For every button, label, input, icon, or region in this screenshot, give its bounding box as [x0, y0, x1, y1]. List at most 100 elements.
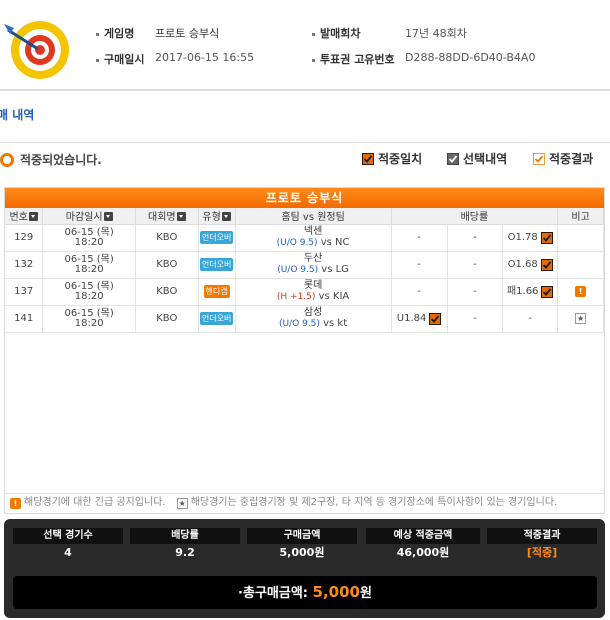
- checkbox-result-icon: [533, 153, 545, 165]
- buy-time-value: 2017-06-15 16:55: [155, 51, 255, 64]
- total-amount: 5,000: [312, 583, 360, 601]
- result-label: 적중결과: [487, 528, 597, 544]
- expected-win-label: 예상 적중금액: [366, 528, 480, 544]
- cell-odds-1: -: [391, 278, 448, 306]
- round-label: 발매회차: [320, 27, 361, 40]
- cell-odds-2: -: [447, 305, 504, 333]
- cell-odds-2: -: [447, 224, 504, 252]
- cell-odds-1: -: [391, 251, 448, 279]
- status-message: 적중되었습니다.: [0, 151, 102, 168]
- cell-no: 141: [5, 305, 44, 333]
- table-row: 137 06-15 (목) 18:20 KBO 핸디캡 롯데 (H +1.5) vs KIA…: [5, 278, 604, 306]
- cell-deadline: 06-15 (목) 18:20: [42, 224, 136, 252]
- star-note: 해당경기는 중립경기장 및 제2구장, 타 지역 등 경기장소에 특이사항이 있…: [190, 497, 558, 508]
- col-odds: 배당률: [391, 208, 559, 225]
- checked-icon: [540, 258, 553, 271]
- table-row: 129 06-15 (목) 18:20 KBO 언더오버 넥센 (U/O 9.5) vs N…: [5, 224, 604, 252]
- type-tag: 언더오버: [199, 312, 234, 325]
- cell-teams: 두산 (U/O 9.5) vs LG: [235, 251, 392, 279]
- cell-odds-3: -: [502, 305, 559, 333]
- cell-note: !: [557, 278, 604, 306]
- odds-empty: -: [473, 231, 477, 243]
- cell-teams: 삼성 (U/O 9.5) vs kt: [235, 305, 392, 333]
- cell-league: KBO: [135, 305, 199, 333]
- col-deadline[interactable]: 마감일시: [42, 208, 136, 225]
- total-purchase-bar: ·총구매금액: 5,000원: [13, 576, 597, 609]
- col-teams: 홈팀 vs 원정팀: [235, 208, 392, 225]
- cell-odds-1: U1.84: [391, 305, 448, 333]
- odds-value: O1.68: [507, 258, 538, 270]
- legend-selected: 선택내역: [447, 150, 507, 167]
- away-team: vs kt: [323, 318, 348, 329]
- odds-label: 배당률: [130, 528, 240, 544]
- notes-bar: ! 해당경기에 대한 긴급 공지입니다. ★ 해당경기는 중립경기장 및 제2구장,…: [4, 493, 605, 513]
- handicap-value: (U/O 9.5): [276, 238, 318, 248]
- odds-value: U1.84: [396, 312, 427, 324]
- ticket-header: 게임명 프로토 승부식 구매일시 2017-06-15 16:55 발매회차 1…: [0, 0, 610, 90]
- col-league[interactable]: 대회명: [135, 208, 199, 225]
- home-team: 삼성: [303, 307, 323, 318]
- ticket-id-value: D288-88DD-6D40-B4A0: [405, 51, 536, 64]
- section-divider: [0, 142, 610, 143]
- sort-icon[interactable]: [103, 212, 113, 222]
- checkbox-selected-icon: [447, 153, 459, 165]
- ring-icon: [0, 153, 14, 167]
- cell-type: 핸디캡: [198, 278, 236, 306]
- cell-no: 137: [5, 278, 44, 306]
- col-type[interactable]: 유형: [198, 208, 236, 225]
- header-divider: [0, 89, 610, 91]
- cell-note: [557, 251, 604, 279]
- sort-icon[interactable]: [176, 212, 186, 222]
- warning-icon[interactable]: !: [575, 286, 587, 297]
- away-team: vs LG: [321, 264, 349, 275]
- purchase-summary: 선택 경기수 4 배당률 9.2 구매금액 5,000원 예상 적중금액 46,…: [4, 519, 605, 618]
- home-team: 넥센: [303, 226, 323, 237]
- odds-empty: -: [473, 312, 477, 324]
- result-value: [적중]: [526, 546, 558, 559]
- status-text: 적중되었습니다.: [20, 153, 102, 167]
- cell-league: KBO: [135, 251, 199, 279]
- cell-type: 언더오버: [198, 224, 236, 252]
- table-title: 프로토 승부식: [5, 188, 604, 208]
- cell-deadline: 06-15 (목) 18:20: [42, 278, 136, 306]
- home-team: 롯데: [303, 280, 323, 291]
- star-icon[interactable]: ★: [575, 313, 587, 324]
- cell-no: 132: [5, 251, 44, 279]
- home-team: 두산: [303, 253, 323, 264]
- cell-note: ★: [557, 305, 604, 333]
- section-title: 매 내역: [0, 108, 35, 122]
- sort-icon[interactable]: [221, 212, 231, 222]
- buy-time-label: 구매일시: [104, 53, 145, 66]
- expected-win-value: 46,000원: [396, 546, 450, 559]
- warning-note: 해당경기에 대한 긴급 공지입니다.: [24, 497, 166, 508]
- sort-icon[interactable]: [28, 212, 38, 222]
- game-label: 게임명: [104, 27, 135, 40]
- cell-odds-3: O1.68: [502, 251, 559, 279]
- away-team: vs KIA: [318, 291, 350, 302]
- legend-selected-label: 선택내역: [463, 152, 508, 166]
- odds-empty: -: [528, 312, 532, 324]
- total-label: ·총구매금액:: [238, 586, 308, 601]
- cell-type: 언더오버: [198, 251, 236, 279]
- cell-teams: 넥센 (U/O 9.5) vs NC: [235, 224, 392, 252]
- bet-table: 번호 마감일시 대회명 유형 홈팀 vs 원정팀 배당률 비고 129 06-15…: [5, 208, 604, 333]
- cell-no: 129: [5, 224, 44, 252]
- type-tag: 핸디캡: [203, 285, 230, 298]
- legend-hit-label: 적중일치: [378, 152, 423, 166]
- checked-icon: [540, 231, 553, 244]
- legend-result-label: 적중결과: [549, 152, 594, 166]
- cell-odds-3: 패1.66: [502, 278, 559, 306]
- cell-odds-2: -: [447, 251, 504, 279]
- dartboard-icon: [4, 21, 69, 79]
- col-no[interactable]: 번호: [5, 208, 44, 225]
- count-label: 선택 경기수: [13, 528, 123, 544]
- odds-value: 9.2: [175, 546, 195, 559]
- handicap-value: (U/O 9.5): [279, 319, 320, 329]
- cell-odds-3: O1.78: [502, 224, 559, 252]
- type-tag: 언더오버: [199, 231, 234, 244]
- ticket-id-label: 투표권 고유번호: [320, 53, 395, 66]
- total-unit: 원: [359, 586, 372, 601]
- odds-empty: -: [417, 231, 421, 243]
- odds-empty: -: [417, 258, 421, 270]
- odds-value: 패1.66: [506, 285, 539, 297]
